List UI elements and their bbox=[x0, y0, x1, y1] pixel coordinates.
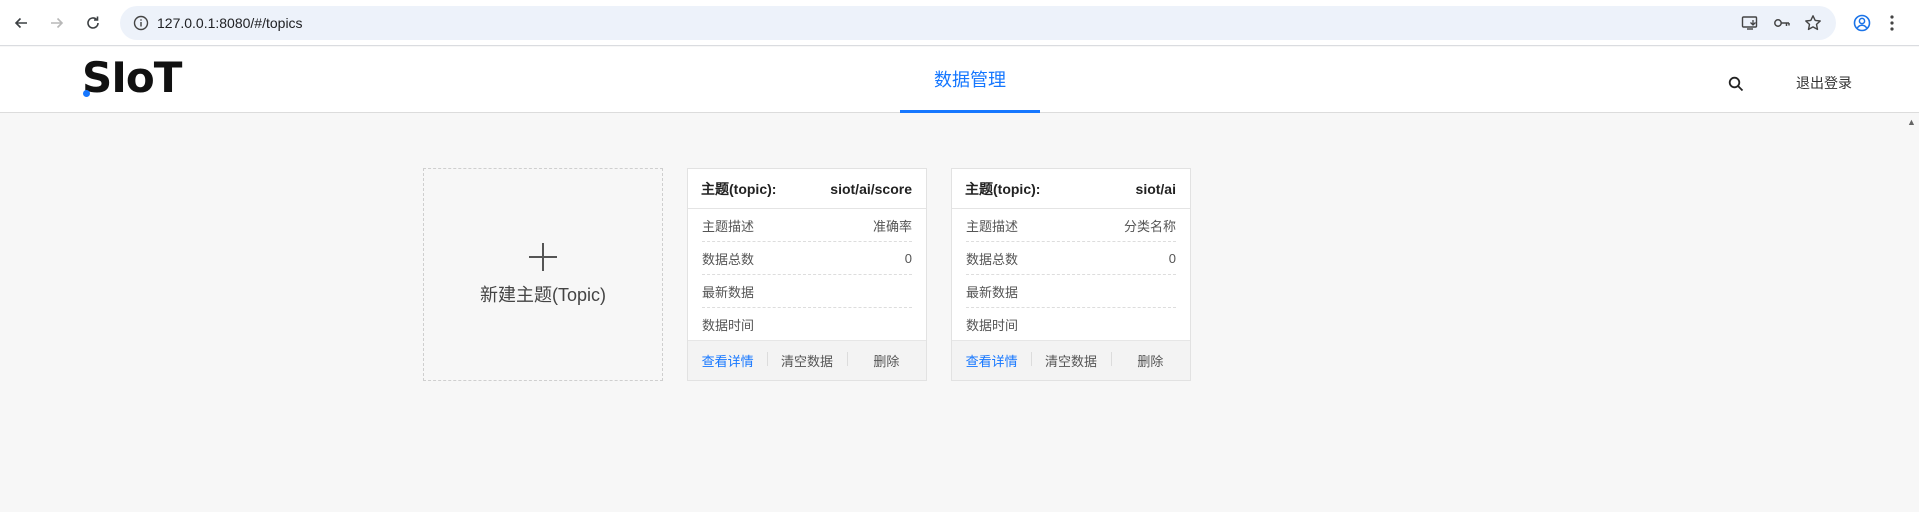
row-label: 数据时间 bbox=[702, 318, 755, 333]
logout-link[interactable]: 退出登录 bbox=[1796, 73, 1852, 93]
topic-row-count: 数据总数 0 bbox=[702, 242, 912, 275]
topic-name: siot/ai/score bbox=[830, 180, 912, 197]
topic-card-actions: 查看详情 清空数据 删除 bbox=[952, 340, 1190, 380]
forward-arrow-icon[interactable] bbox=[45, 11, 69, 35]
topic-row-description: 主题描述 准确率 bbox=[702, 209, 912, 242]
logo-text: SIoT bbox=[82, 53, 182, 102]
row-value: 分类名称 bbox=[1123, 218, 1176, 234]
row-label: 主题描述 bbox=[966, 218, 1019, 234]
view-details-button[interactable]: 查看详情 bbox=[952, 351, 1031, 370]
topic-card: 主题(topic): siot/ai/score 主题描述 准确率 数据总数 0… bbox=[687, 168, 927, 381]
clear-data-button[interactable]: 清空数据 bbox=[1031, 351, 1110, 370]
row-value: 0 bbox=[1168, 250, 1176, 266]
topic-title-label: 主题(topic): bbox=[701, 180, 777, 197]
row-value: 准确率 bbox=[872, 218, 912, 234]
delete-button[interactable]: 删除 bbox=[1110, 351, 1190, 370]
install-app-icon[interactable] bbox=[1740, 14, 1760, 32]
scroll-up-arrow-icon[interactable]: ▲ bbox=[1907, 117, 1917, 127]
logo-dot bbox=[83, 90, 90, 97]
row-value: 0 bbox=[904, 250, 912, 266]
delete-button[interactable]: 删除 bbox=[846, 351, 926, 370]
app-header: SIoT 数据管理 退出登录 bbox=[0, 47, 1919, 113]
profile-icon[interactable] bbox=[1850, 11, 1874, 35]
topic-row-time: 数据时间 bbox=[702, 308, 912, 341]
topic-card-actions: 查看详情 清空数据 删除 bbox=[688, 340, 926, 380]
reload-icon[interactable] bbox=[81, 11, 105, 35]
row-label: 最新数据 bbox=[966, 284, 1019, 300]
clear-data-button[interactable]: 清空数据 bbox=[767, 351, 846, 370]
topic-row-time: 数据时间 bbox=[966, 308, 1176, 341]
topic-card-header: 主题(topic): siot/ai/score bbox=[688, 169, 926, 209]
browser-toolbar: 127.0.0.1:8080/#/topics bbox=[0, 0, 1919, 46]
new-topic-card[interactable]: 新建主题(Topic) bbox=[423, 168, 663, 381]
tab-data-management[interactable]: 数据管理 bbox=[900, 47, 1040, 113]
topic-card: 主题(topic): siot/ai 主题描述 分类名称 数据总数 0 最新数据… bbox=[951, 168, 1191, 381]
password-key-icon[interactable] bbox=[1772, 14, 1792, 32]
row-label: 最新数据 bbox=[702, 284, 755, 300]
site-info-icon[interactable] bbox=[132, 14, 150, 32]
row-label: 数据总数 bbox=[702, 251, 755, 267]
topic-title-label: 主题(topic): bbox=[965, 180, 1041, 197]
row-label: 数据总数 bbox=[966, 251, 1019, 267]
menu-kebab-icon[interactable] bbox=[1880, 11, 1904, 35]
topic-row-count: 数据总数 0 bbox=[966, 242, 1176, 275]
url-text[interactable]: 127.0.0.1:8080/#/topics bbox=[157, 15, 303, 31]
new-topic-label: 新建主题(Topic) bbox=[479, 284, 606, 305]
row-label: 主题描述 bbox=[702, 218, 755, 234]
topic-row-description: 主题描述 分类名称 bbox=[966, 209, 1176, 242]
view-details-button[interactable]: 查看详情 bbox=[688, 351, 767, 370]
address-bar[interactable]: 127.0.0.1:8080/#/topics bbox=[120, 6, 1836, 40]
back-arrow-icon[interactable] bbox=[9, 11, 33, 35]
topic-card-header: 主题(topic): siot/ai bbox=[952, 169, 1190, 209]
topic-row-latest: 最新数据 bbox=[966, 275, 1176, 308]
row-label: 数据时间 bbox=[966, 318, 1019, 333]
bookmark-star-icon[interactable] bbox=[1803, 14, 1823, 32]
topic-name: siot/ai bbox=[1135, 180, 1176, 197]
plus-icon bbox=[529, 242, 557, 271]
search-icon[interactable] bbox=[1726, 74, 1746, 94]
topic-row-latest: 最新数据 bbox=[702, 275, 912, 308]
siot-logo[interactable]: SIoT bbox=[82, 53, 182, 102]
